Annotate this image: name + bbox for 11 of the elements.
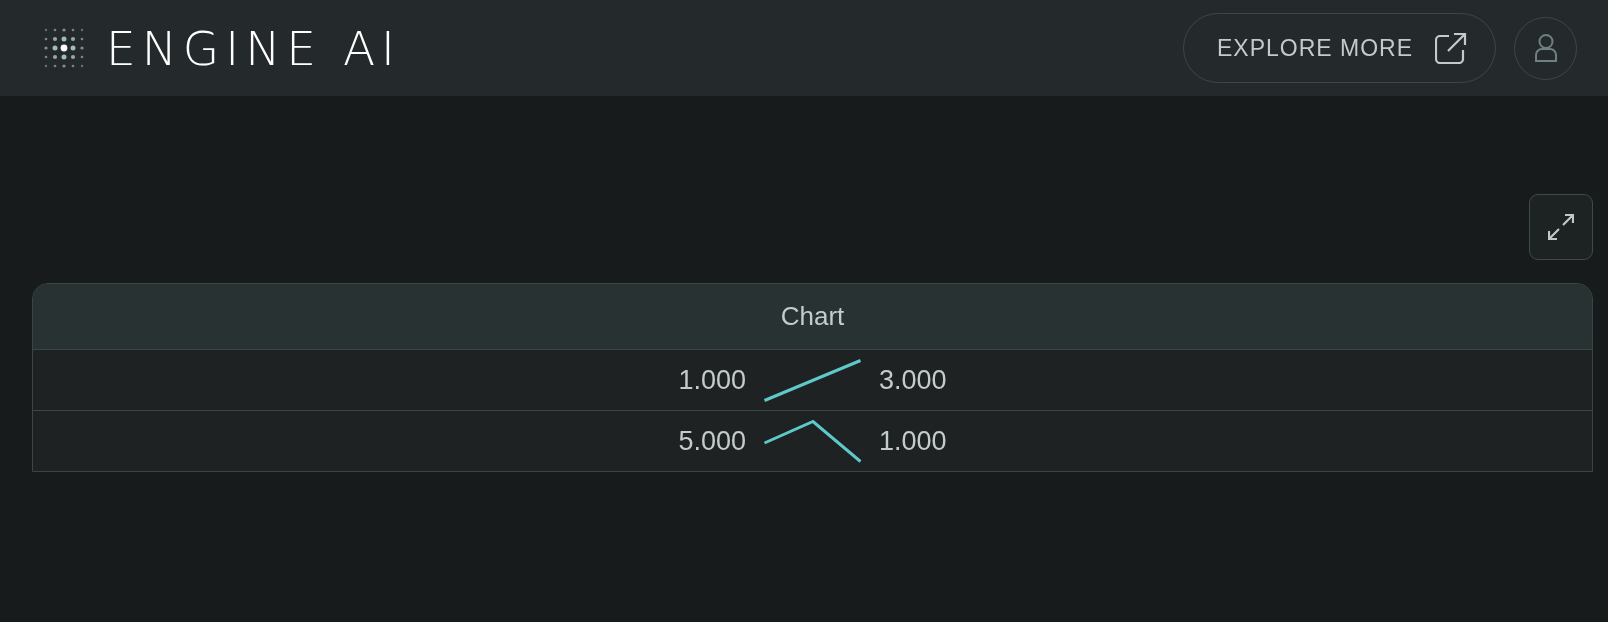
column-header: Chart	[33, 284, 1592, 349]
user-icon	[1534, 34, 1557, 62]
start-value: 1.000	[678, 364, 746, 396]
expand-icon	[1548, 214, 1574, 240]
end-value: 3.000	[879, 364, 947, 396]
logo-text: ENGINE AI	[106, 24, 401, 72]
external-link-icon	[1435, 32, 1467, 64]
expand-button[interactable]	[1529, 194, 1593, 260]
end-value: 1.000	[879, 425, 947, 457]
logo-dots-icon	[44, 28, 84, 68]
start-value: 5.000	[678, 425, 746, 457]
